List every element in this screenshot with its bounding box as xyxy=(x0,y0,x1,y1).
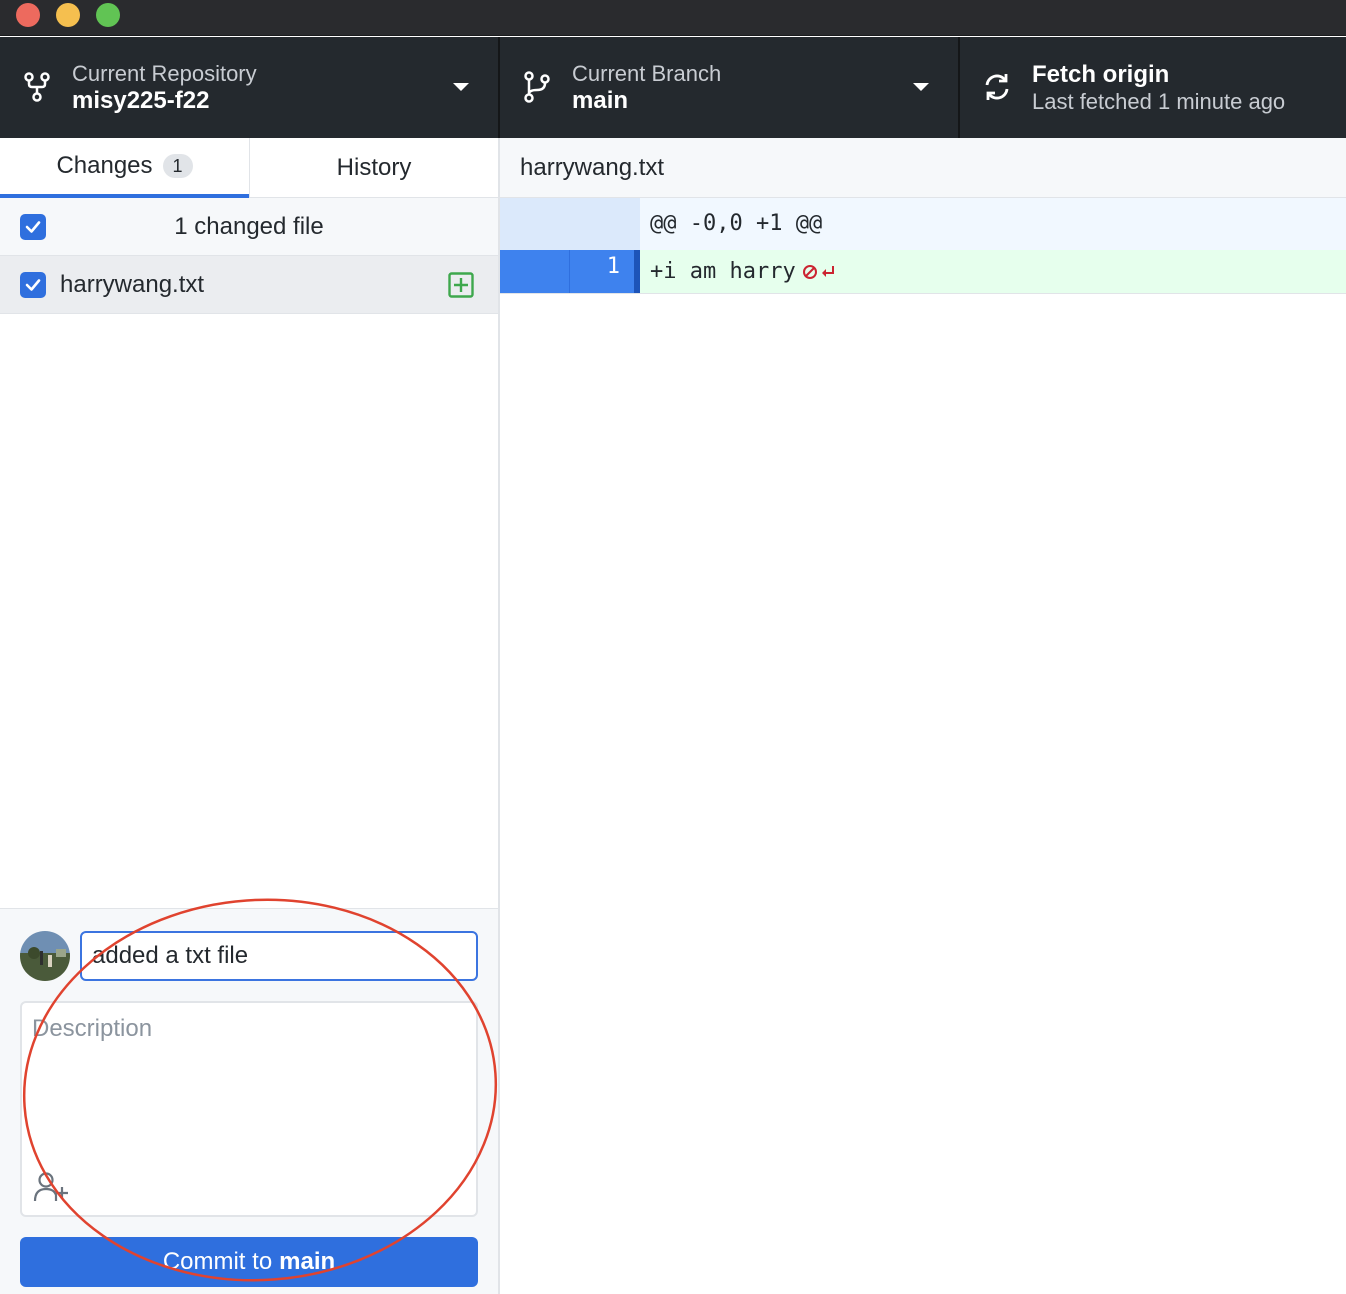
changes-sidebar: Changes 1 History 1 changed file harrywa… xyxy=(0,138,500,1294)
commit-description-box xyxy=(20,1001,478,1217)
commit-summary-input[interactable] xyxy=(80,931,478,981)
diff-old-line-number[interactable] xyxy=(500,250,570,293)
add-coauthor-icon[interactable] xyxy=(32,1171,72,1203)
file-added-icon xyxy=(448,272,474,298)
git-branch-icon xyxy=(524,71,550,103)
diff-hunk-header[interactable]: @@ -0,0 +1 @@ xyxy=(500,198,1346,250)
diff-line-added[interactable]: 1 +i am harry xyxy=(500,250,1346,294)
diff-line-content: +i am harry xyxy=(640,250,1346,293)
current-repository-dropdown[interactable]: Current Repository misy225-f22 xyxy=(0,37,500,138)
commit-button-prefix: Commit to xyxy=(162,1248,273,1275)
window-close-button[interactable] xyxy=(16,3,40,27)
tab-history-label: History xyxy=(336,154,412,181)
commit-button-branch: main xyxy=(279,1248,336,1275)
window-zoom-button[interactable] xyxy=(96,3,120,27)
chevron-down-icon xyxy=(913,83,929,91)
current-branch-name: main xyxy=(572,87,629,114)
current-repository-name: misy225-f22 xyxy=(72,87,210,114)
sync-icon xyxy=(985,74,1009,100)
fetch-origin-label: Fetch origin xyxy=(1032,61,1170,88)
sidebar-tabs: Changes 1 History xyxy=(0,138,498,198)
tab-history[interactable]: History xyxy=(249,138,498,198)
diff-new-line-number[interactable]: 1 xyxy=(570,250,640,293)
select-all-checkbox[interactable] xyxy=(20,214,46,240)
toolbar: Current Repository misy225-f22 Current B… xyxy=(0,37,1346,138)
tab-changes[interactable]: Changes 1 xyxy=(0,138,249,198)
avatar xyxy=(20,931,70,981)
changed-files-header: 1 changed file xyxy=(0,198,498,256)
commit-description-input[interactable] xyxy=(22,1003,476,1163)
checkmark-icon xyxy=(25,221,41,233)
current-repository-label: Current Repository xyxy=(72,61,257,86)
diff-file-name: harrywang.txt xyxy=(520,154,665,181)
window-minimize-button[interactable] xyxy=(56,3,80,27)
hunk-header-text: @@ -0,0 +1 @@ xyxy=(640,198,1346,250)
fetch-origin-button[interactable]: Fetch origin Last fetched 1 minute ago xyxy=(960,37,1346,138)
diff-line-text: +i am harry xyxy=(650,259,796,284)
file-list-item[interactable]: harrywang.txt xyxy=(0,256,498,314)
last-fetched-status: Last fetched 1 minute ago xyxy=(1032,89,1286,114)
diff-header: harrywang.txt xyxy=(500,138,1346,198)
current-branch-dropdown[interactable]: Current Branch main xyxy=(500,37,960,138)
diff-pane: harrywang.txt @@ -0,0 +1 @@ 1 +i am harr… xyxy=(500,138,1346,1294)
current-branch-label: Current Branch xyxy=(572,61,722,86)
file-include-checkbox[interactable] xyxy=(20,272,46,298)
commit-button[interactable]: Commit to main xyxy=(20,1237,478,1287)
chevron-down-icon xyxy=(453,83,469,91)
file-name: harrywang.txt xyxy=(60,271,205,298)
window-titlebar xyxy=(0,0,1346,36)
checkmark-icon xyxy=(25,279,41,291)
hunk-gutter[interactable] xyxy=(500,198,640,250)
tab-changes-label: Changes xyxy=(56,152,153,179)
repo-fork-icon xyxy=(24,72,50,102)
commit-message-area: Commit to main xyxy=(0,908,498,1294)
no-newline-icon xyxy=(802,265,834,279)
changed-files-count: 1 changed file xyxy=(174,213,324,240)
changes-count-badge: 1 xyxy=(162,154,193,178)
